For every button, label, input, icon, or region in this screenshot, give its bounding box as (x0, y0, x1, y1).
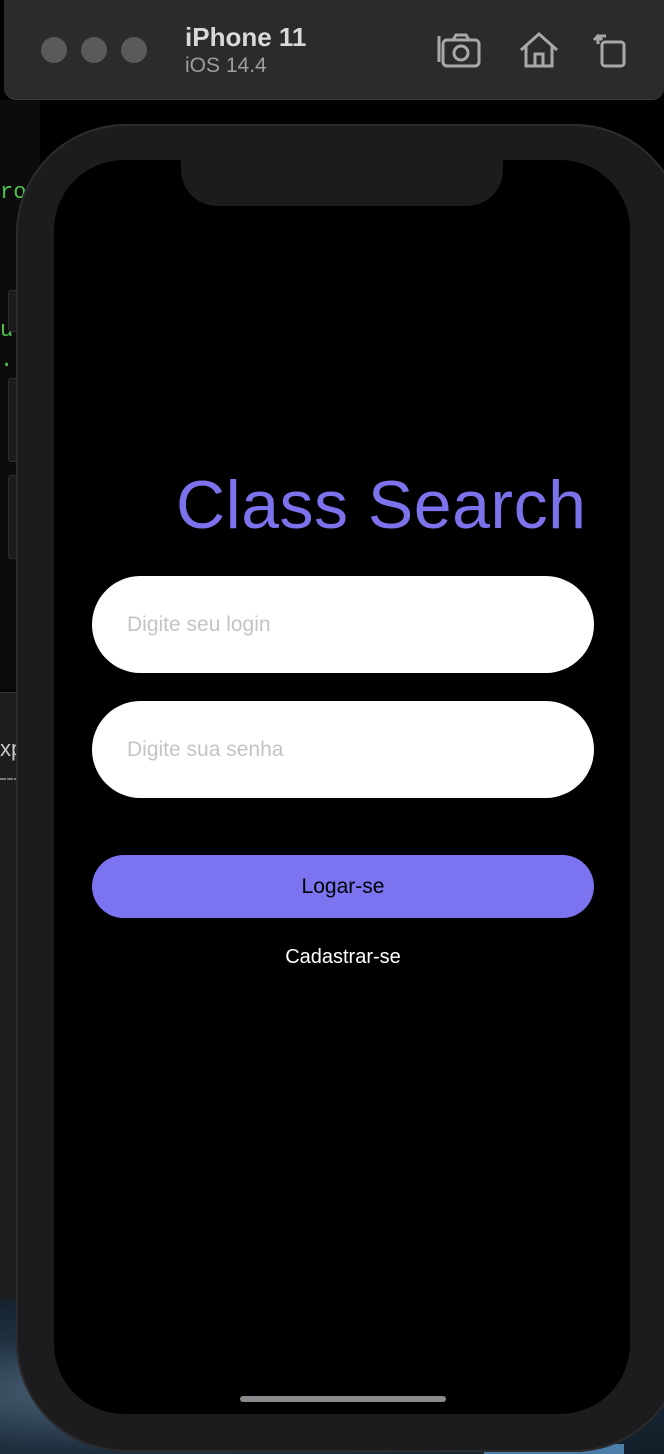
home-indicator (240, 1396, 446, 1402)
register-link[interactable]: Cadastrar-se (54, 946, 630, 969)
login-input[interactable] (92, 576, 594, 673)
close-window-button[interactable] (41, 37, 67, 63)
rotate-icon[interactable] (588, 28, 634, 72)
os-version: iOS 14.4 (185, 54, 267, 77)
zoom-window-button[interactable] (121, 37, 147, 63)
minimize-window-button[interactable] (81, 37, 107, 63)
app-screen: Class Search Logar-se Cadastrar-se (54, 160, 630, 1414)
simulator-title-bar[interactable]: iPhone 11 iOS 14.4 (4, 0, 664, 100)
screenshot-icon[interactable] (437, 28, 483, 72)
home-icon[interactable] (516, 28, 562, 72)
device-name: iPhone 11 (185, 22, 307, 52)
password-input[interactable] (92, 701, 594, 798)
code-fragment: . (0, 348, 14, 373)
device-notch (181, 160, 503, 206)
login-button[interactable]: Logar-se (92, 855, 594, 918)
app-title: Class Search (176, 467, 587, 543)
